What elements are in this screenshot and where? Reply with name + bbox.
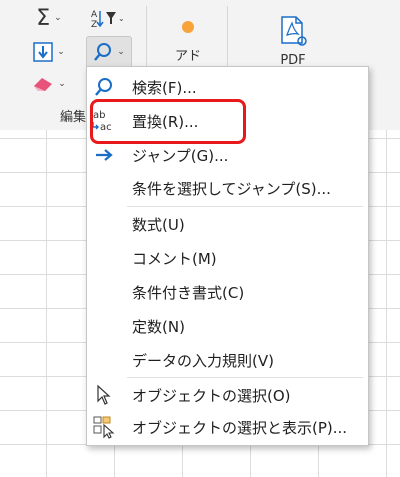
menu-item-formulas[interactable]: 数式(U): [87, 208, 368, 240]
chevron-down-icon: ⌄: [117, 47, 125, 57]
svg-text:⌄: ⌄: [118, 14, 124, 23]
find-select-button[interactable]: ⌄: [86, 36, 132, 68]
pdf-link-icon: [281, 15, 307, 46]
menu-item-label: コメント(M): [132, 249, 217, 268]
fill-down-icon: [33, 42, 53, 62]
addin-button[interactable]: アド: [160, 12, 216, 72]
pdf-button[interactable]: PDF: [258, 10, 328, 72]
autosum-button[interactable]: Σ ⌄: [22, 4, 76, 32]
arrow-right-icon: [91, 142, 117, 168]
menu-item-label: 条件付き書式(C): [132, 283, 245, 302]
menu-item-data-validation[interactable]: データの入力規則(V): [87, 344, 368, 376]
addin-icon: [182, 20, 194, 33]
fill-button[interactable]: ⌄: [22, 38, 76, 66]
menu-separator: [127, 377, 363, 378]
pointer-icon: [91, 382, 117, 408]
sigma-icon: Σ: [36, 5, 51, 31]
menu-separator: [127, 206, 363, 207]
search-icon: [94, 43, 112, 61]
addin-label: アド: [174, 48, 201, 64]
svg-text:A: A: [91, 10, 98, 20]
menu-item-label: ジャンプ(G)...: [132, 146, 229, 165]
menu-item-select-objects[interactable]: オブジェクトの選択(O): [87, 379, 368, 411]
eraser-icon: [34, 78, 53, 91]
menu-item-label: オブジェクトの選択(O): [132, 386, 291, 405]
menu-item-label: オブジェクトの選択と表示(P)...: [132, 418, 348, 437]
menu-item-label: 定数(N): [132, 317, 185, 336]
chevron-down-icon: ⌄: [57, 47, 65, 57]
menu-item-label: データの入力規則(V): [132, 351, 274, 370]
sort-filter-button[interactable]: A Z ⌄: [82, 4, 132, 32]
selection-pane-icon: [91, 414, 117, 440]
menu-item-label: 条件を選択してジャンプ(S)...: [132, 179, 331, 198]
highlight-annotation: [90, 99, 246, 144]
menu-item-selection-pane[interactable]: オブジェクトの選択と表示(P)...: [87, 411, 368, 443]
menu-item-goto-special[interactable]: 条件を選択してジャンプ(S)...: [87, 172, 368, 204]
search-icon: [91, 74, 117, 100]
svg-text:Z: Z: [91, 20, 97, 29]
menu-item-label: 数式(U): [132, 215, 185, 234]
menu-item-conditional-formatting[interactable]: 条件付き書式(C): [87, 276, 368, 308]
sort-filter-icon: A Z ⌄: [91, 10, 124, 29]
menu-item-comments[interactable]: コメント(M): [87, 242, 368, 274]
chevron-down-icon: ⌄: [54, 13, 62, 23]
clear-button[interactable]: ⌄: [22, 70, 76, 98]
chevron-down-icon: ⌄: [58, 79, 66, 89]
editing-group-label: 編集: [60, 110, 87, 125]
menu-item-label: 検索(F)...: [132, 78, 197, 97]
menu-item-constants[interactable]: 定数(N): [87, 310, 368, 342]
